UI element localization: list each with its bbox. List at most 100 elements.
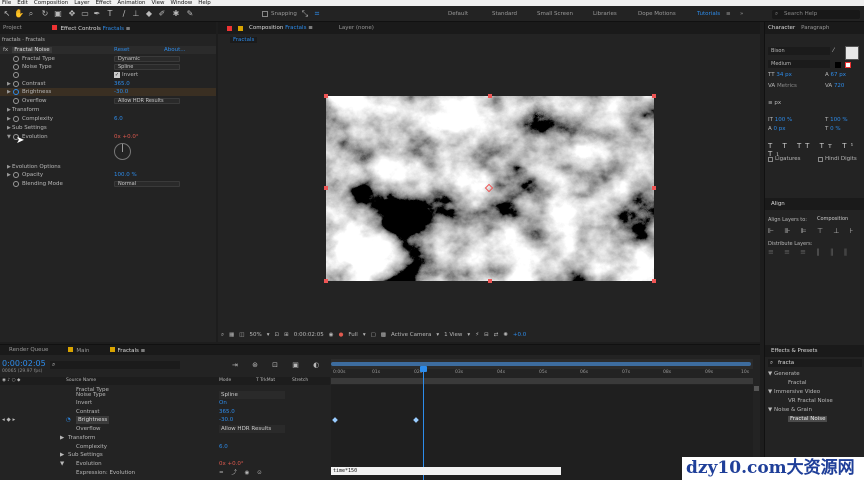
contrast-value[interactable]: 365.0 [114,80,130,88]
opacity-value[interactable]: 100.0 % [114,171,137,179]
tree-item-generate[interactable]: ▼ Generate [768,370,863,379]
effect-name[interactable]: Fractal Noise [12,47,52,53]
tl-evolution-value[interactable]: 0x +0.0° [219,460,244,468]
playhead-handle[interactable] [420,366,427,372]
time-navigator[interactable] [331,359,753,369]
tree-item-vr-fractal-noise[interactable]: VR Fractal Noise [768,397,863,406]
font-size-value[interactable]: 34 px [776,72,792,78]
tl-overflow-dropdown[interactable]: Allow HDR Results [219,425,285,433]
tab-effect-controls[interactable]: Effect Controls Fractals ≡ [51,24,131,32]
stopwatch-icon[interactable] [13,98,19,104]
fill-color-swatch[interactable] [845,46,859,60]
puppet-pin-icon[interactable]: ✎ [185,9,195,19]
timeline-search-input[interactable]: ⌕ [50,361,180,369]
workspace-small-screen[interactable]: Small Screen [537,11,573,17]
twirl-icon[interactable]: ▶ [7,115,11,123]
layer-handle[interactable] [324,186,328,190]
font-style-field[interactable]: Medium [768,60,830,68]
tab-fractals[interactable]: Fractals ≡ [109,346,145,354]
tsume-value[interactable]: 0 % [830,126,840,132]
overflow-dropdown[interactable]: Allow HDR Results [114,98,180,104]
zoom-dropdown[interactable]: 50% [250,332,262,338]
stopwatch-icon[interactable] [13,172,19,178]
clone-stamp-tool-icon[interactable]: ⊥ [131,9,141,19]
overflow-icon[interactable]: » [740,11,743,17]
twirl-icon[interactable]: ▶ [7,80,11,88]
workspace-standard[interactable]: Standard [492,11,517,17]
vertical-scale-value[interactable]: 100 % [775,117,792,123]
tab-menu-icon[interactable]: ≡ [126,26,131,32]
fast-preview-icon[interactable]: ⚡ [475,332,479,338]
layer-handle[interactable] [652,279,656,283]
twirl-icon[interactable]: ▶ [60,451,64,459]
no-color-swatch[interactable] [845,62,851,68]
grid-icon[interactable]: ▦ [229,332,234,338]
fractal-type-dropdown[interactable]: Dynamic [114,56,180,62]
eraser-tool-icon[interactable]: ◆ [144,9,154,19]
about-link[interactable]: About... [164,47,186,53]
tab-menu-icon[interactable]: ≡ [308,25,313,31]
comp-timecode[interactable]: 0:00:02:05 [294,332,324,338]
snapshot-icon[interactable]: ◉ [329,332,334,338]
selection-tool-icon[interactable]: ↖ [2,9,12,19]
column-mode[interactable]: Mode [219,377,231,385]
timeline-icon[interactable]: ⊟ [484,332,489,338]
type-tool-icon[interactable]: T [105,9,115,19]
twirl-open-icon[interactable]: ▼ [60,460,64,468]
layer-handle[interactable] [324,94,328,98]
tl-noise-type-dropdown[interactable]: Spline [219,391,285,399]
stopwatch-icon[interactable] [13,56,19,62]
search-help-input[interactable]: ⌕ Search Help [772,10,860,19]
hindi-digits-option[interactable]: Hindi Digits [818,156,857,162]
twirl-icon[interactable]: ▶ [7,88,11,96]
stopwatch-icon[interactable] [13,181,19,187]
region-icon[interactable]: ▢ [371,332,376,338]
ligatures-checkbox[interactable] [768,156,773,162]
pen-tool-icon[interactable]: ✒ [92,9,102,19]
workspace-menu-icon[interactable]: ≡ [726,11,731,17]
fx-badge[interactable]: fx [3,47,8,53]
tab-character[interactable]: Character [768,25,795,31]
fit-icon[interactable]: ⊡ [275,332,280,338]
font-family-field[interactable]: Bison [768,47,830,55]
tab-layer[interactable]: Layer (none) [339,25,374,31]
snapping-checkbox[interactable] [262,11,268,17]
stopwatch-icon[interactable] [13,72,19,78]
zoom-tool-icon[interactable]: ⌕ [26,9,36,19]
column-stretch[interactable]: Stretch [292,377,308,385]
twirl-icon[interactable]: ▶ [7,163,11,171]
workspace-libraries[interactable]: Libraries [593,11,617,17]
blending-mode-dropdown[interactable]: Normal [114,181,180,187]
roto-brush-tool-icon[interactable]: ✐ [157,9,167,19]
layer-handle[interactable] [652,94,656,98]
puppet-tool-icon[interactable]: ✱ [171,9,181,19]
color-icon[interactable]: ● [339,332,344,338]
tab-effects-presets[interactable]: Effects & Presets [765,345,864,357]
guides-icon[interactable]: ⊞ [284,332,289,338]
tl-invert-value[interactable]: On [219,399,227,407]
tab-render-queue[interactable]: Render Queue [9,347,48,353]
align-title[interactable]: Align [765,198,864,210]
leading-value[interactable]: 67 px [831,72,847,78]
stopwatch-active-icon[interactable]: ◔ [66,416,71,424]
column-trkmat[interactable]: T TrkMat [256,377,275,385]
rectangle-tool-icon[interactable]: ▭ [80,9,90,19]
invert-checkbox[interactable]: ✓ [114,72,120,78]
tl-complexity-value[interactable]: 6.0 [219,443,228,451]
tab-project[interactable]: Project [3,25,22,31]
snap-options-icon[interactable]: ⤡ [300,9,310,19]
comp-subtab[interactable]: Fractals [230,37,258,43]
stopwatch-icon[interactable] [13,64,19,70]
timeline-scroll-icon[interactable] [754,386,759,391]
hand-tool-icon[interactable]: ✋ [14,9,24,19]
tab-main[interactable]: Main [68,346,90,354]
reset-link[interactable]: Reset [114,47,129,53]
evolution-dial[interactable] [114,143,131,160]
flowchart-icon[interactable]: ⇄ [494,332,499,338]
workspace-tutorials[interactable]: Tutorials [697,11,720,17]
hindi-digits-checkbox[interactable] [818,156,823,162]
complexity-value[interactable]: 6.0 [114,115,123,123]
tab-paragraph[interactable]: Paragraph [801,25,829,31]
ligatures-option[interactable]: Ligatures [768,156,801,162]
layer-handle[interactable] [488,94,492,98]
